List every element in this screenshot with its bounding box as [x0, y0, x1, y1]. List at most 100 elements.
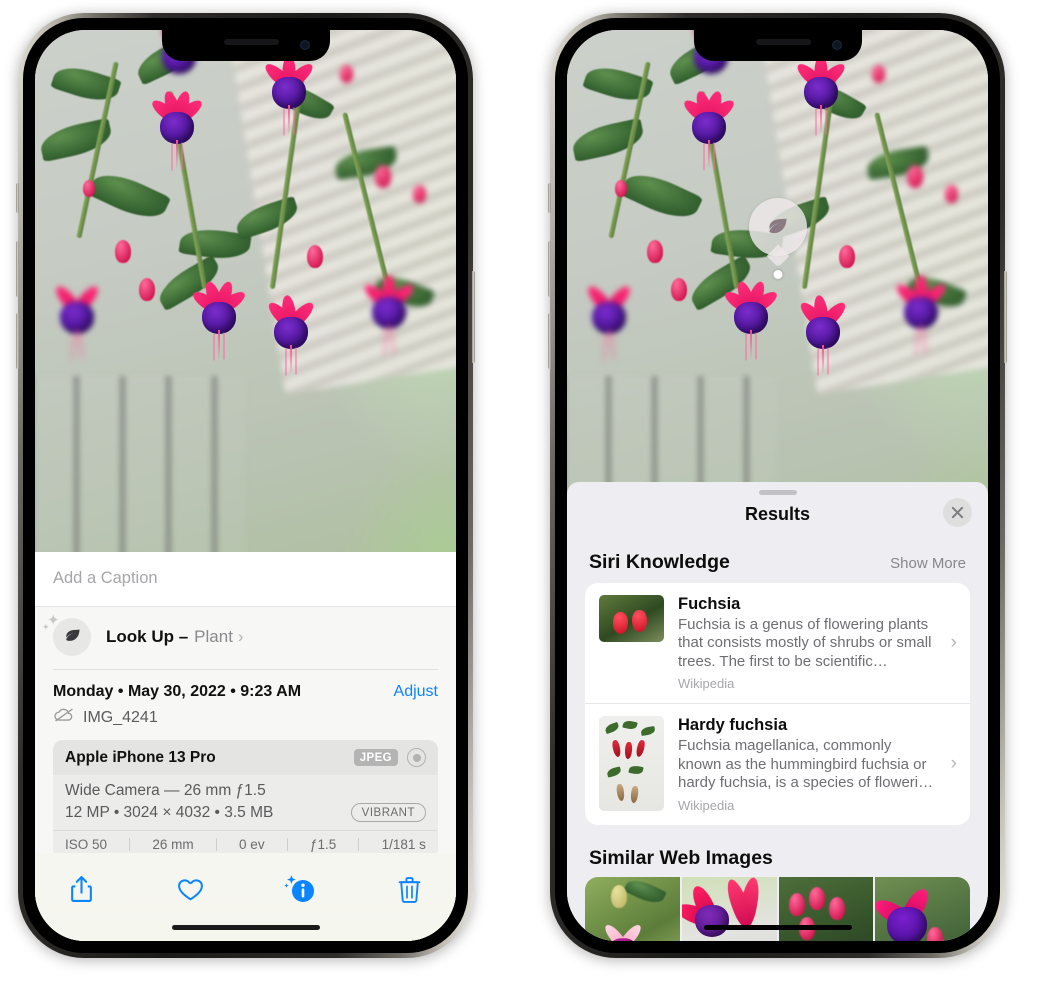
home-indicator[interactable]: [171, 925, 320, 930]
front-camera-icon: [831, 40, 842, 50]
setting-aperture: ƒ1.5: [309, 837, 337, 852]
leaf-icon: [53, 617, 91, 656]
list-item[interactable]: Fuchsia Fuchsia is a genus of flowering …: [585, 583, 970, 703]
look-up-subject: Plant: [194, 626, 233, 646]
card-body: Fuchsia Fuchsia is a genus of flowering …: [678, 595, 958, 691]
photo-bud: [139, 278, 155, 301]
photo-bud: [307, 245, 323, 268]
speaker-icon: [755, 39, 811, 45]
look-up-label: Look Up –: [106, 626, 189, 646]
power-button[interactable]: [1004, 271, 1007, 363]
show-more-button[interactable]: Show More: [890, 555, 966, 572]
chevron-right-icon: ›: [237, 626, 244, 646]
divider: [286, 838, 288, 851]
screen-left: Add a Caption ✦ ✦ Look Up – Plant › Mond…: [35, 30, 456, 941]
volume-down-button[interactable]: [16, 313, 19, 369]
lens-info: Wide Camera — 26 mm ƒ1.5: [65, 782, 266, 799]
phone-right: Results Siri Knowledge Show More Fuchsia…: [548, 13, 1007, 958]
share-icon[interactable]: [61, 869, 101, 909]
sparkle-icon: ✦: [42, 621, 50, 632]
mute-switch[interactable]: [548, 183, 551, 213]
volume-up-button[interactable]: [548, 241, 551, 297]
web-image-thumbnail[interactable]: [681, 876, 777, 941]
photo-bud: [115, 240, 131, 263]
photo-flower: [584, 280, 634, 370]
results-title: Results: [744, 504, 811, 524]
file-row: IMG_4241: [35, 703, 456, 740]
divider: [129, 838, 131, 851]
exif-header: Apple iPhone 13 Pro JPEG: [53, 740, 438, 775]
similar-web-images-strip: [585, 876, 970, 941]
notch: [693, 30, 862, 61]
photo-bud: [340, 65, 353, 83]
info-sparkle-icon[interactable]: [280, 869, 320, 909]
photo-bud: [907, 165, 923, 188]
mute-switch[interactable]: [16, 183, 19, 213]
siri-knowledge-title: Siri Knowledge: [589, 551, 730, 573]
photo-bud: [413, 185, 426, 203]
notch: [161, 30, 330, 61]
photo-flower: [893, 275, 949, 365]
heart-icon[interactable]: [171, 869, 211, 909]
card-thumbnail: [599, 716, 664, 812]
exif-card[interactable]: Apple iPhone 13 Pro JPEG Wide Camera — 2…: [53, 740, 438, 859]
setting-shutter: 1/181 s: [381, 837, 426, 852]
photo-flower: [265, 294, 317, 385]
card-description: Fuchsia is a genus of flowering plants t…: [678, 616, 932, 670]
cloud-slash-icon: [53, 707, 75, 728]
look-up-row[interactable]: ✦ ✦ Look Up – Plant ›: [35, 606, 456, 669]
photo-flower: [361, 275, 417, 365]
trash-icon[interactable]: [390, 869, 430, 909]
home-indicator[interactable]: [703, 925, 852, 930]
screen-right: Results Siri Knowledge Show More Fuchsia…: [567, 30, 988, 941]
web-image-thumbnail[interactable]: [875, 876, 970, 941]
phone-left: Add a Caption ✦ ✦ Look Up – Plant › Mond…: [16, 13, 475, 958]
list-item[interactable]: Hardy fuchsia Fuchsia magellanica, commo…: [585, 703, 970, 824]
caption-input[interactable]: Add a Caption: [35, 551, 456, 607]
photo-bud: [671, 278, 687, 301]
visual-lookup-results-sheet: Results Siri Knowledge Show More Fuchsia…: [567, 482, 988, 941]
siri-knowledge-header: Siri Knowledge Show More: [567, 529, 988, 583]
exif-header-right: JPEG: [353, 748, 426, 767]
photo-flower: [721, 279, 781, 370]
siri-knowledge-cards: Fuchsia Fuchsia is a genus of flowering …: [585, 583, 970, 825]
card-description: Fuchsia magellanica, commonly known as t…: [678, 737, 934, 792]
web-image-thumbnail[interactable]: [778, 876, 874, 941]
photo-flower: [52, 280, 102, 370]
volume-down-button[interactable]: [548, 313, 551, 369]
photo-bud: [872, 65, 885, 83]
card-source: Wikipedia: [678, 797, 735, 813]
photographic-style-badge: VIBRANT: [350, 803, 426, 822]
file-name: IMG_4241: [83, 708, 158, 726]
web-image-thumbnail[interactable]: [585, 876, 680, 941]
similar-web-images-title: Similar Web Images: [589, 846, 773, 869]
setting-focal: 26 mm: [152, 837, 194, 852]
photo-flower: [261, 55, 317, 145]
image-specs: 12 MP • 3024 × 4032 • 3.5 MB: [65, 803, 274, 821]
adjust-button[interactable]: Adjust: [394, 683, 438, 701]
results-header: Results: [567, 495, 988, 529]
photo-flower: [793, 55, 849, 145]
close-icon[interactable]: [943, 498, 972, 527]
camera-model: Apple iPhone 13 Pro: [65, 748, 216, 766]
divider: [215, 838, 217, 851]
photo-bud: [945, 185, 958, 203]
photo-flower: [797, 294, 849, 385]
photo-bud: [615, 180, 627, 197]
card-thumbnail: [599, 595, 664, 642]
speaker-icon: [223, 39, 279, 45]
front-camera-icon: [299, 40, 310, 50]
volume-up-button[interactable]: [16, 241, 19, 297]
photo-bud: [83, 180, 95, 197]
divider: [358, 838, 360, 851]
setting-iso: ISO 50: [65, 837, 108, 852]
badge-anchor-dot: [773, 270, 782, 279]
date-row: Monday • May 30, 2022 • 9:23 AM Adjust: [35, 669, 456, 703]
photo-bud: [647, 240, 663, 263]
exif-body: Wide Camera — 26 mm ƒ1.5 12 MP • 3024 × …: [53, 775, 438, 830]
power-button[interactable]: [472, 271, 475, 363]
card-title: Hardy fuchsia: [678, 716, 788, 735]
photo-bud: [375, 165, 391, 188]
chevron-right-icon: ›: [950, 632, 957, 654]
visual-lookup-badge[interactable]: [748, 198, 807, 279]
